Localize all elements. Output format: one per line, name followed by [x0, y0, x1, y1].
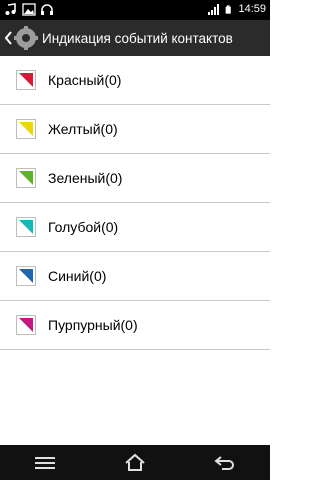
image-icon: [22, 3, 36, 16]
page-title: Индикация событий контактов: [42, 30, 233, 46]
music-note-icon: [5, 3, 16, 15]
status-left-icons: [4, 3, 54, 16]
list-item[interactable]: Желтый(0): [0, 105, 270, 154]
status-bar: 14:59: [0, 0, 270, 20]
list-item[interactable]: Голубой(0): [0, 203, 270, 252]
color-swatch-icon: [16, 70, 36, 90]
menu-icon[interactable]: [33, 453, 57, 473]
list-item[interactable]: Пурпурный(0): [0, 301, 270, 350]
color-swatch-icon: [16, 168, 36, 188]
signal-icon: [208, 4, 220, 15]
color-swatch-icon: [16, 217, 36, 237]
chevron-left-icon[interactable]: [3, 30, 13, 46]
list-item-label: Голубой(0): [48, 219, 119, 235]
color-swatch-icon: [16, 266, 36, 286]
list-item[interactable]: Красный(0): [0, 56, 270, 105]
list-item-label: Пурпурный(0): [48, 317, 138, 333]
color-swatch-icon: [16, 119, 36, 139]
list-item-label: Красный(0): [48, 72, 122, 88]
back-icon[interactable]: [213, 453, 237, 473]
list-item-label: Желтый(0): [48, 121, 118, 137]
navigation-bar: [0, 445, 270, 480]
home-icon[interactable]: [123, 453, 147, 473]
list-item[interactable]: Синий(0): [0, 252, 270, 301]
gear-icon[interactable]: [14, 26, 38, 50]
color-list: Красный(0) Желтый(0) Зеленый(0) Голубой(…: [0, 56, 270, 350]
action-bar: Индикация событий контактов: [0, 20, 270, 56]
status-right-icons: 14:59: [207, 3, 266, 16]
list-item[interactable]: Зеленый(0): [0, 154, 270, 203]
clock: 14:59: [238, 3, 266, 15]
color-swatch-icon: [16, 315, 36, 335]
battery-icon: [226, 5, 232, 14]
list-item-label: Синий(0): [48, 268, 107, 284]
list-item-label: Зеленый(0): [48, 170, 123, 186]
headphones-icon: [41, 4, 53, 15]
